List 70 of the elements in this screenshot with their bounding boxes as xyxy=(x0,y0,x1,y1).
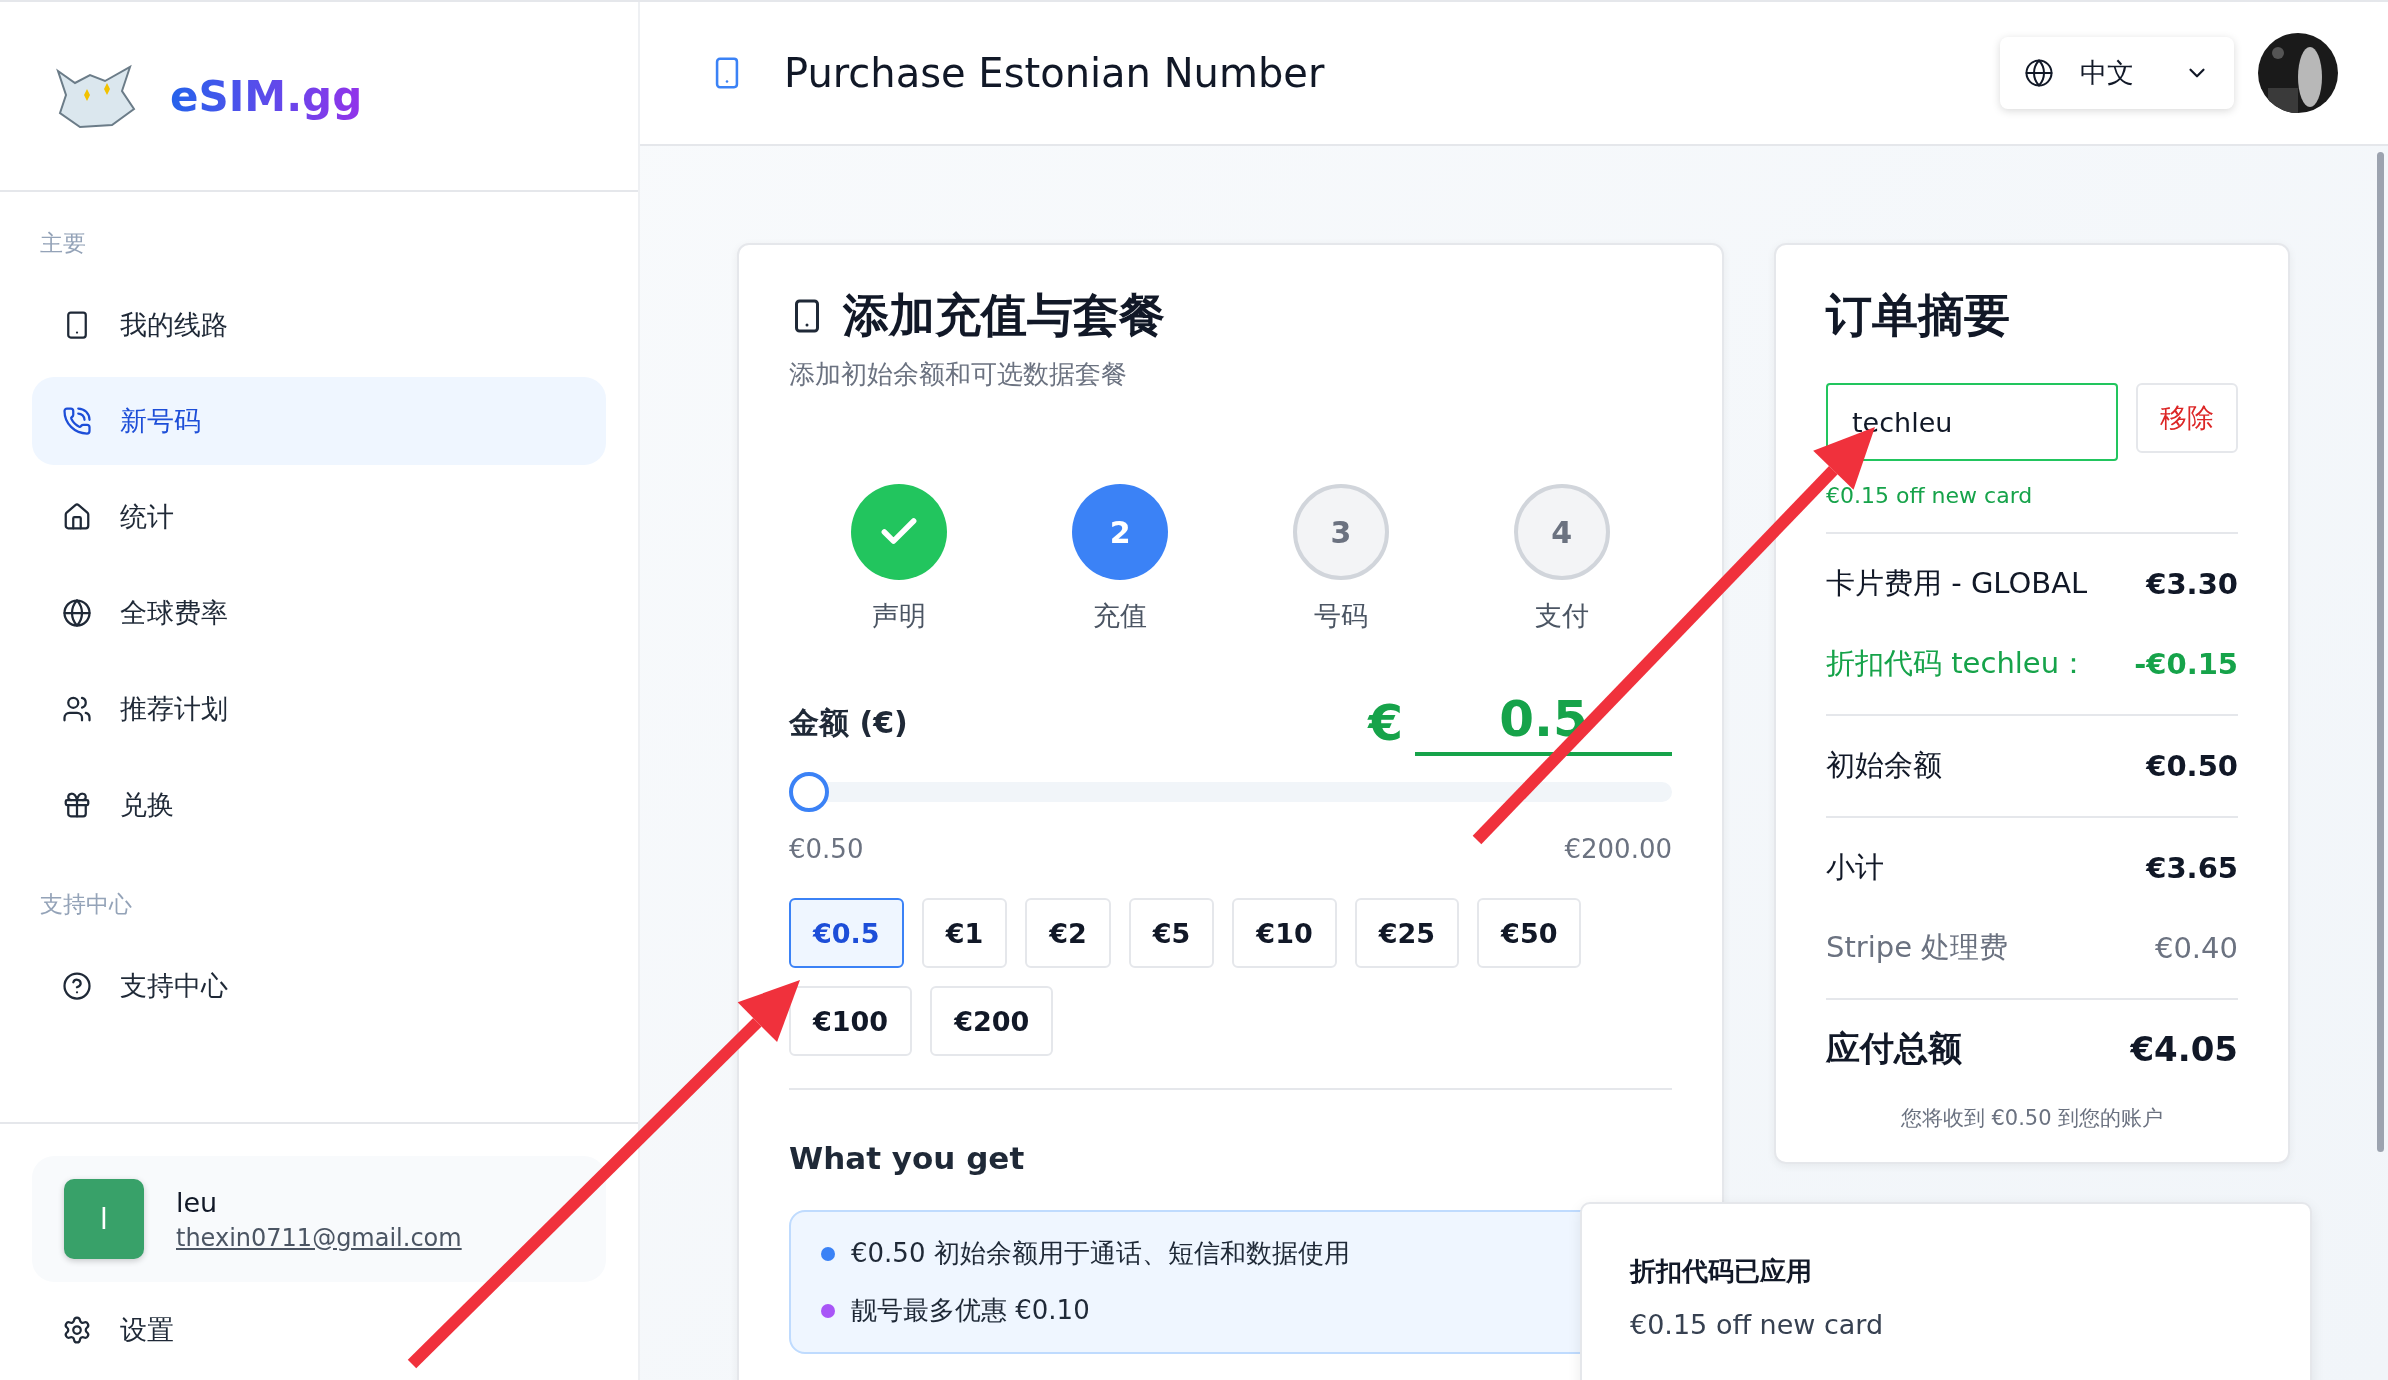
line-item-label: 折扣代码 techleu： xyxy=(1826,645,2089,682)
sidebar-item[interactable]: 统计 xyxy=(32,473,606,561)
user-avatar: l xyxy=(64,1179,144,1259)
phone-call-icon xyxy=(62,406,92,436)
slider-thumb[interactable] xyxy=(789,772,829,812)
toast-message: €0.15 off new card xyxy=(1630,1309,1885,1340)
step-indicator: 4 xyxy=(1513,484,1610,580)
section-heading: What you get xyxy=(789,1140,1026,1176)
benefit-text: €0.50 初始余额用于通话、短信和数据使用 xyxy=(851,1237,1350,1270)
card-subtitle: 添加初始余额和可选数据套餐 xyxy=(789,358,1128,391)
remove-button[interactable]: 移除 xyxy=(2136,383,2238,453)
gift-icon xyxy=(62,790,92,820)
card-title: 订单摘要 xyxy=(1826,287,2011,344)
line-item-label: 小计 xyxy=(1826,849,1884,886)
amount-preset[interactable]: €100 xyxy=(789,986,913,1056)
amount-preset[interactable]: €0.5 xyxy=(789,898,904,968)
amount-preset[interactable]: €50 xyxy=(1477,898,1582,968)
sidebar-item[interactable]: 推荐计划 xyxy=(32,665,606,753)
users-icon xyxy=(62,694,92,724)
step-label: 充值 xyxy=(1093,599,1148,633)
user-name: leu xyxy=(176,1186,219,1218)
step-indicator: 3 xyxy=(1292,484,1389,580)
summary-footnote: 您将收到 €0.50 到您的账户 xyxy=(1899,1105,2165,1132)
settings-icon xyxy=(62,1315,92,1345)
amount-preset[interactable]: €1 xyxy=(921,898,1008,968)
benefit-text: 靓号最多优惠 €0.10 xyxy=(851,1294,1090,1327)
section-title: 支持中心 xyxy=(39,890,133,919)
help-icon xyxy=(62,971,92,1001)
scrollbar[interactable] xyxy=(2377,152,2384,1152)
line-item-amount: €0.50 xyxy=(2146,749,2238,783)
sidebar-item[interactable]: 新号码 xyxy=(32,377,606,465)
amount-preset[interactable]: €200 xyxy=(930,986,1054,1056)
total-amount: €4.05 xyxy=(2130,1029,2238,1069)
line-item-label: Stripe 处理费 xyxy=(1826,929,2009,966)
amount-slider[interactable] xyxy=(789,772,1672,812)
currency-symbol: € xyxy=(1368,694,1403,752)
user-email[interactable]: thexin0711@gmail.com xyxy=(176,1223,462,1252)
step-label: 号码 xyxy=(1313,599,1368,633)
sidebar-item[interactable]: 支持中心 xyxy=(32,942,606,1030)
line-item-label: 初始余额 xyxy=(1826,747,1942,784)
slider-max: €200.00 xyxy=(1564,834,1672,864)
line-item-amount: €0.40 xyxy=(2154,931,2238,965)
house-icon xyxy=(62,502,92,532)
line-item-amount: €3.30 xyxy=(2146,567,2238,601)
toast-title: 折扣代码已应用 xyxy=(1630,1255,1813,1288)
line-item-label: 卡片费用 - GLOBAL xyxy=(1826,565,2088,602)
step-label: 声明 xyxy=(872,599,927,633)
page-title: Purchase Estonian Number xyxy=(784,50,1326,96)
amount-preset[interactable]: €10 xyxy=(1232,898,1337,968)
globe-icon xyxy=(2024,58,2054,88)
sidebar-item[interactable]: 我的线路 xyxy=(32,281,606,369)
language-select[interactable]: 中文 xyxy=(2000,37,2234,109)
step-indicator: 2 xyxy=(1072,484,1169,580)
amount-preset[interactable]: €25 xyxy=(1354,898,1460,968)
coupon-input[interactable]: techleu xyxy=(1826,383,2118,461)
line-item-amount: €3.65 xyxy=(2146,851,2238,885)
globe-icon xyxy=(62,598,92,628)
sidebar-item[interactable]: 兑换 xyxy=(32,761,606,849)
section-title: 主要 xyxy=(39,229,87,258)
step-label: 支付 xyxy=(1534,599,1589,633)
line-item-amount: -€0.15 xyxy=(2134,647,2238,681)
coupon-note: €0.15 off new card xyxy=(1826,483,2034,508)
total-label: 应付总额 xyxy=(1826,1027,1962,1070)
sidebar-item[interactable]: 全球费率 xyxy=(32,569,606,657)
settings-item[interactable]: 设置 xyxy=(32,1282,606,1348)
amount-preset[interactable]: €2 xyxy=(1025,898,1111,968)
amount-label: 金额 (€) xyxy=(789,703,909,742)
card-title: 添加充值与套餐 xyxy=(843,287,1165,344)
amount-preset[interactable]: €5 xyxy=(1128,898,1215,968)
slider-min: €0.50 xyxy=(789,834,864,864)
